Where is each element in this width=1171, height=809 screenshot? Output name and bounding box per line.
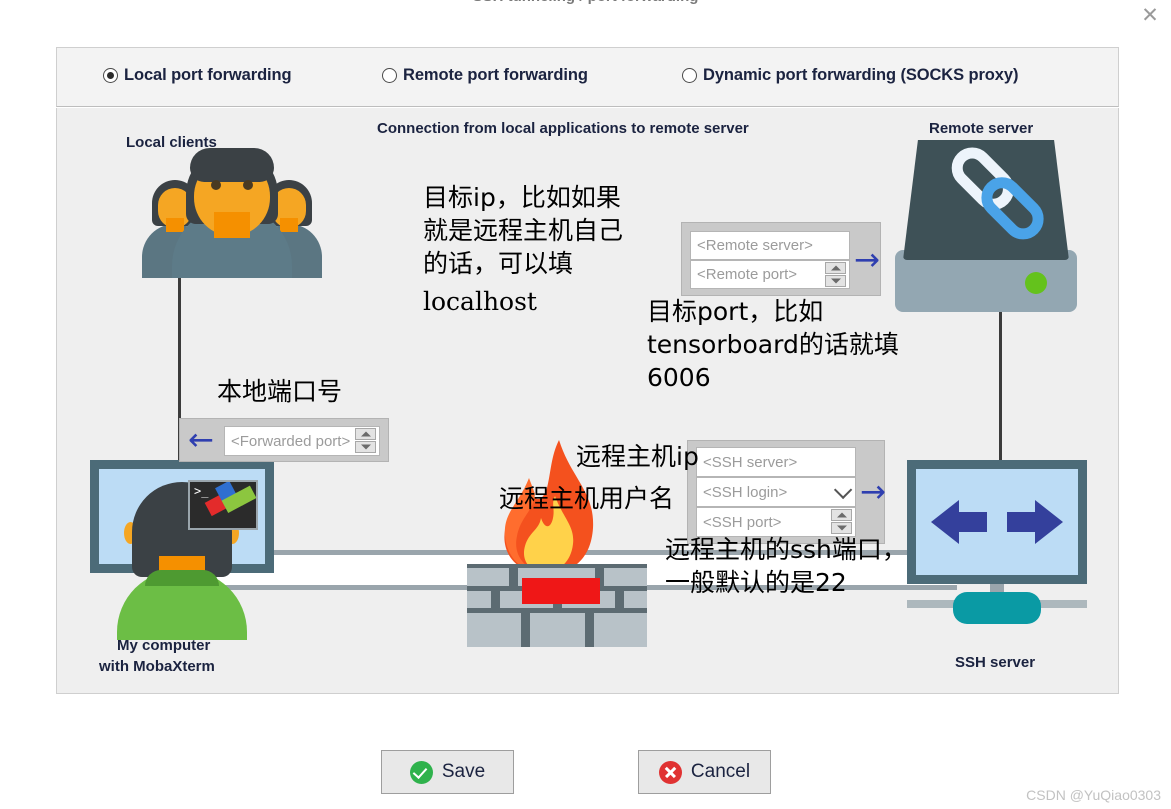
- remote-port-spinner[interactable]: [825, 261, 846, 288]
- ssh-port-spinner[interactable]: [831, 509, 852, 535]
- save-button[interactable]: Save: [381, 750, 514, 794]
- radio-dot-icon: [682, 68, 697, 83]
- forwarding-mode-group: Local port forwarding Remote port forwar…: [56, 47, 1119, 107]
- radio-dot-icon: [103, 68, 118, 83]
- arrow-right-icon: →: [854, 242, 880, 278]
- ssh-login-select[interactable]: <SSH login>: [696, 477, 856, 507]
- ssh-server-input[interactable]: <SSH server>: [696, 447, 856, 477]
- port-forwarding-dialog: SSH tunneling / port forwarding ✕ Local …: [0, 0, 1171, 809]
- arrow-right-icon: →: [860, 474, 886, 510]
- forwarded-port-spinner[interactable]: [355, 428, 376, 454]
- cancel-button[interactable]: Cancel: [638, 750, 771, 794]
- radio-dot-icon: [382, 68, 397, 83]
- title-bar: SSH tunneling / port forwarding ✕: [0, 0, 1171, 30]
- label-my-computer-2: with MobaXterm: [99, 658, 215, 675]
- ssh-port-placeholder: <SSH port>: [703, 513, 782, 531]
- watermark: CSDN @YuQiao0303: [1026, 787, 1161, 803]
- remote-port-input[interactable]: <Remote port>: [690, 260, 850, 289]
- radio-local-port-forwarding[interactable]: Local port forwarding: [103, 66, 292, 85]
- forwarded-port-input[interactable]: <Forwarded port>: [224, 426, 380, 456]
- remote-target-panel: <Remote server> <Remote port> →: [681, 222, 881, 296]
- cancel-label: Cancel: [690, 761, 751, 782]
- ssh-server-placeholder: <SSH server>: [703, 453, 798, 471]
- chevron-down-icon: [833, 480, 853, 500]
- radio-label: Dynamic port forwarding (SOCKS proxy): [703, 66, 1019, 84]
- chain-link-icon: [951, 147, 1044, 240]
- diagram-heading: Connection from local applications to re…: [377, 120, 749, 137]
- annotation-target-ip: 目标ip，比如如果 就是远程主机自己 的话，可以填: [423, 183, 624, 278]
- ssh-server-icon: [907, 460, 1087, 660]
- forwarded-port-placeholder: <Forwarded port>: [231, 432, 351, 450]
- tunnel-diagram-panel: Connection from local applications to re…: [56, 108, 1119, 694]
- remote-server-input[interactable]: <Remote server>: [690, 231, 850, 260]
- connector-remote-server: [999, 303, 1002, 463]
- annotation-remote-host-ip: 远程主机ip: [576, 442, 699, 471]
- radio-label: Local port forwarding: [124, 66, 292, 84]
- radio-remote-port-forwarding[interactable]: Remote port forwarding: [382, 66, 588, 85]
- close-icon[interactable]: ✕: [1135, 2, 1165, 28]
- close-circle-icon: [658, 760, 682, 784]
- my-computer-icon: >_: [90, 460, 274, 640]
- save-label: Save: [441, 761, 486, 782]
- remote-port-placeholder: <Remote port>: [697, 266, 798, 283]
- label-remote-server: Remote server: [929, 120, 1034, 137]
- annotation-remote-ssh-port: 远程主机的ssh端口， 一般默认的是22: [665, 535, 907, 597]
- annotation-remote-host-user: 远程主机用户名: [499, 484, 675, 513]
- ssh-credentials-panel: <SSH server> <SSH login> <SSH port> →: [687, 440, 886, 544]
- mobaxterm-icon: >_: [188, 480, 258, 530]
- check-circle-icon: [409, 760, 433, 784]
- ssh-login-placeholder: <SSH login>: [703, 483, 788, 501]
- annotation-target-ip-value: localhost: [423, 287, 537, 316]
- annotation-target-port: 目标port，比如 tensorboard的话就填 6006: [647, 297, 899, 392]
- forwarded-port-panel: ← <Forwarded port>: [179, 418, 389, 462]
- arrow-left-icon: ←: [188, 422, 214, 458]
- radio-dynamic-port-forwarding[interactable]: Dynamic port forwarding (SOCKS proxy): [682, 66, 1018, 85]
- window-title: SSH tunneling / port forwarding: [0, 0, 1171, 5]
- remote-server-icon: [895, 140, 1077, 312]
- bidirectional-arrows-icon: [931, 500, 1063, 544]
- remote-server-placeholder: <Remote server>: [697, 237, 813, 254]
- annotation-local-port: 本地端口号: [217, 377, 343, 406]
- local-clients-icon: [142, 148, 322, 278]
- radio-label: Remote port forwarding: [403, 66, 588, 84]
